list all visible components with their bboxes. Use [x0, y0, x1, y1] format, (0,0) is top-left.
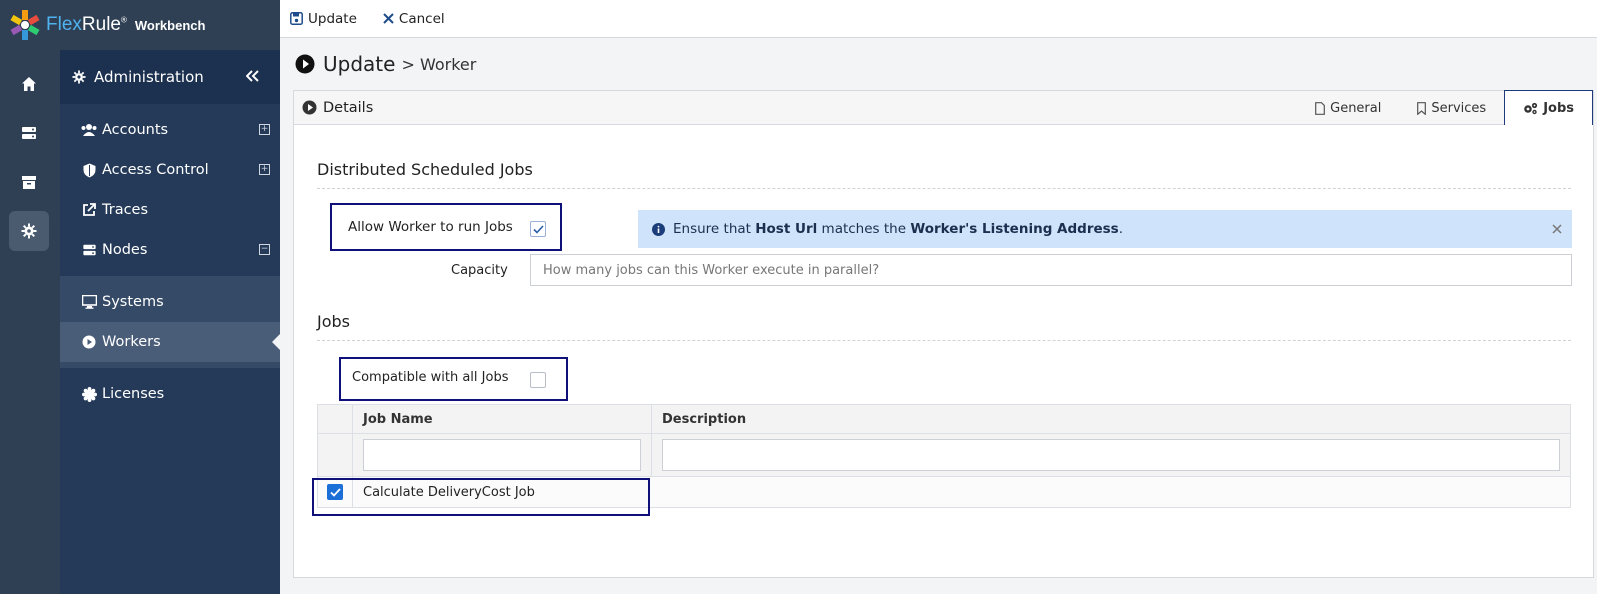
- active-caret: [272, 334, 280, 350]
- compatible-jobs-label: Compatible with all Jobs: [352, 370, 509, 385]
- column-header-description[interactable]: Description: [651, 404, 1571, 434]
- compatible-jobs-checkbox[interactable]: [530, 372, 546, 388]
- bookmark-icon: [1417, 101, 1427, 115]
- section-title-jobs: Jobs: [317, 312, 350, 331]
- cancel-button[interactable]: Cancel: [383, 11, 445, 27]
- sidebar-header: Administration: [60, 50, 280, 104]
- sidebar-item-label: Traces: [102, 202, 149, 218]
- sidebar-item-licenses[interactable]: Licenses: [60, 374, 280, 414]
- sidebar-section-title: Administration: [94, 68, 204, 86]
- certificate-icon: [80, 386, 98, 402]
- gear-icon: [72, 70, 86, 84]
- sidebar-item-label: Systems: [102, 294, 164, 310]
- description-cell: [651, 476, 1571, 508]
- section-title-scheduled: Distributed Scheduled Jobs: [317, 160, 533, 179]
- play-circle-icon: [295, 54, 315, 74]
- allow-jobs-label: Allow Worker to run Jobs: [348, 219, 513, 235]
- users-icon: [80, 123, 98, 137]
- server-icon: [80, 243, 98, 257]
- sidebar-item-traces[interactable]: Traces: [60, 190, 280, 230]
- filter-row: [317, 433, 1571, 477]
- allow-jobs-checkbox[interactable]: [530, 221, 546, 237]
- collapse-icon[interactable]: −: [259, 244, 270, 255]
- monitor-icon: [80, 295, 98, 309]
- admin-sidebar: Administration Accounts + Access Control…: [60, 50, 280, 594]
- capacity-label: Capacity: [451, 263, 508, 278]
- sidebar-item-accounts[interactable]: Accounts +: [60, 110, 280, 150]
- job-row-highlight: [312, 478, 650, 516]
- top-toolbar: Update Cancel: [280, 0, 1597, 38]
- sidebar-item-access-control[interactable]: Access Control +: [60, 150, 280, 190]
- home-icon[interactable]: [9, 64, 49, 104]
- brand-name: FlexRule®: [46, 14, 127, 35]
- check-icon: [532, 224, 544, 234]
- info-icon: [652, 222, 665, 236]
- table-header-row: Job Name Description: [317, 404, 1571, 434]
- sidebar-item-nodes[interactable]: Nodes −: [60, 230, 280, 270]
- icon-rail: [0, 50, 60, 594]
- panel-header: Details General Services Jobs: [294, 90, 1593, 125]
- product-name: Workbench: [134, 17, 206, 33]
- sidebar-item-workers[interactable]: Workers: [60, 322, 280, 362]
- section-divider: [317, 188, 1571, 189]
- file-icon: [1315, 101, 1326, 115]
- flexrule-logo-icon: [8, 8, 42, 42]
- description-filter-input[interactable]: [662, 439, 1560, 471]
- sidebar-item-label: Workers: [102, 334, 161, 350]
- close-icon: [383, 13, 394, 24]
- archive-icon[interactable]: [9, 162, 49, 202]
- tab-services[interactable]: Services: [1399, 91, 1504, 125]
- column-header-job-name[interactable]: Job Name: [352, 404, 652, 434]
- panel-tabs: General Services Jobs: [1297, 90, 1593, 125]
- host-url-info-alert: Ensure that Host Url matches the Worker'…: [638, 210, 1572, 248]
- sidebar-item-label: Accounts: [102, 122, 169, 138]
- expand-icon[interactable]: +: [259, 164, 270, 175]
- close-icon[interactable]: [1552, 222, 1562, 238]
- sidebar-item-systems[interactable]: Systems: [60, 282, 280, 322]
- page-title: Update > Worker: [295, 52, 476, 76]
- update-button[interactable]: Update: [290, 11, 357, 27]
- panel-title: Details: [323, 99, 374, 116]
- nodes-submenu: Systems Workers: [60, 276, 280, 368]
- sidebar-item-label: Access Control: [102, 162, 209, 178]
- sidebar-item-label: Licenses: [102, 386, 165, 402]
- external-link-icon: [80, 203, 98, 217]
- expand-icon[interactable]: +: [259, 124, 270, 135]
- collapse-sidebar-icon[interactable]: [245, 68, 260, 86]
- brand-header: FlexRule® Workbench: [0, 0, 280, 50]
- tab-jobs[interactable]: Jobs: [1504, 90, 1593, 125]
- sidebar-item-label: Nodes: [102, 242, 148, 258]
- section-divider: [317, 340, 1571, 341]
- play-circle-icon: [302, 100, 317, 115]
- play-circle-icon: [80, 335, 98, 349]
- shield-icon: [80, 163, 98, 178]
- save-icon: [290, 12, 303, 25]
- job-name-filter-input[interactable]: [363, 439, 641, 471]
- info-text: Ensure that Host Url matches the Worker'…: [673, 221, 1124, 237]
- settings-gear-icon[interactable]: [9, 211, 49, 251]
- cogs-icon: [1523, 102, 1538, 115]
- server-icon[interactable]: [9, 113, 49, 153]
- select-column-header: [317, 404, 353, 434]
- capacity-input[interactable]: How many jobs can this Worker execute in…: [530, 254, 1572, 286]
- tab-general[interactable]: General: [1297, 91, 1399, 125]
